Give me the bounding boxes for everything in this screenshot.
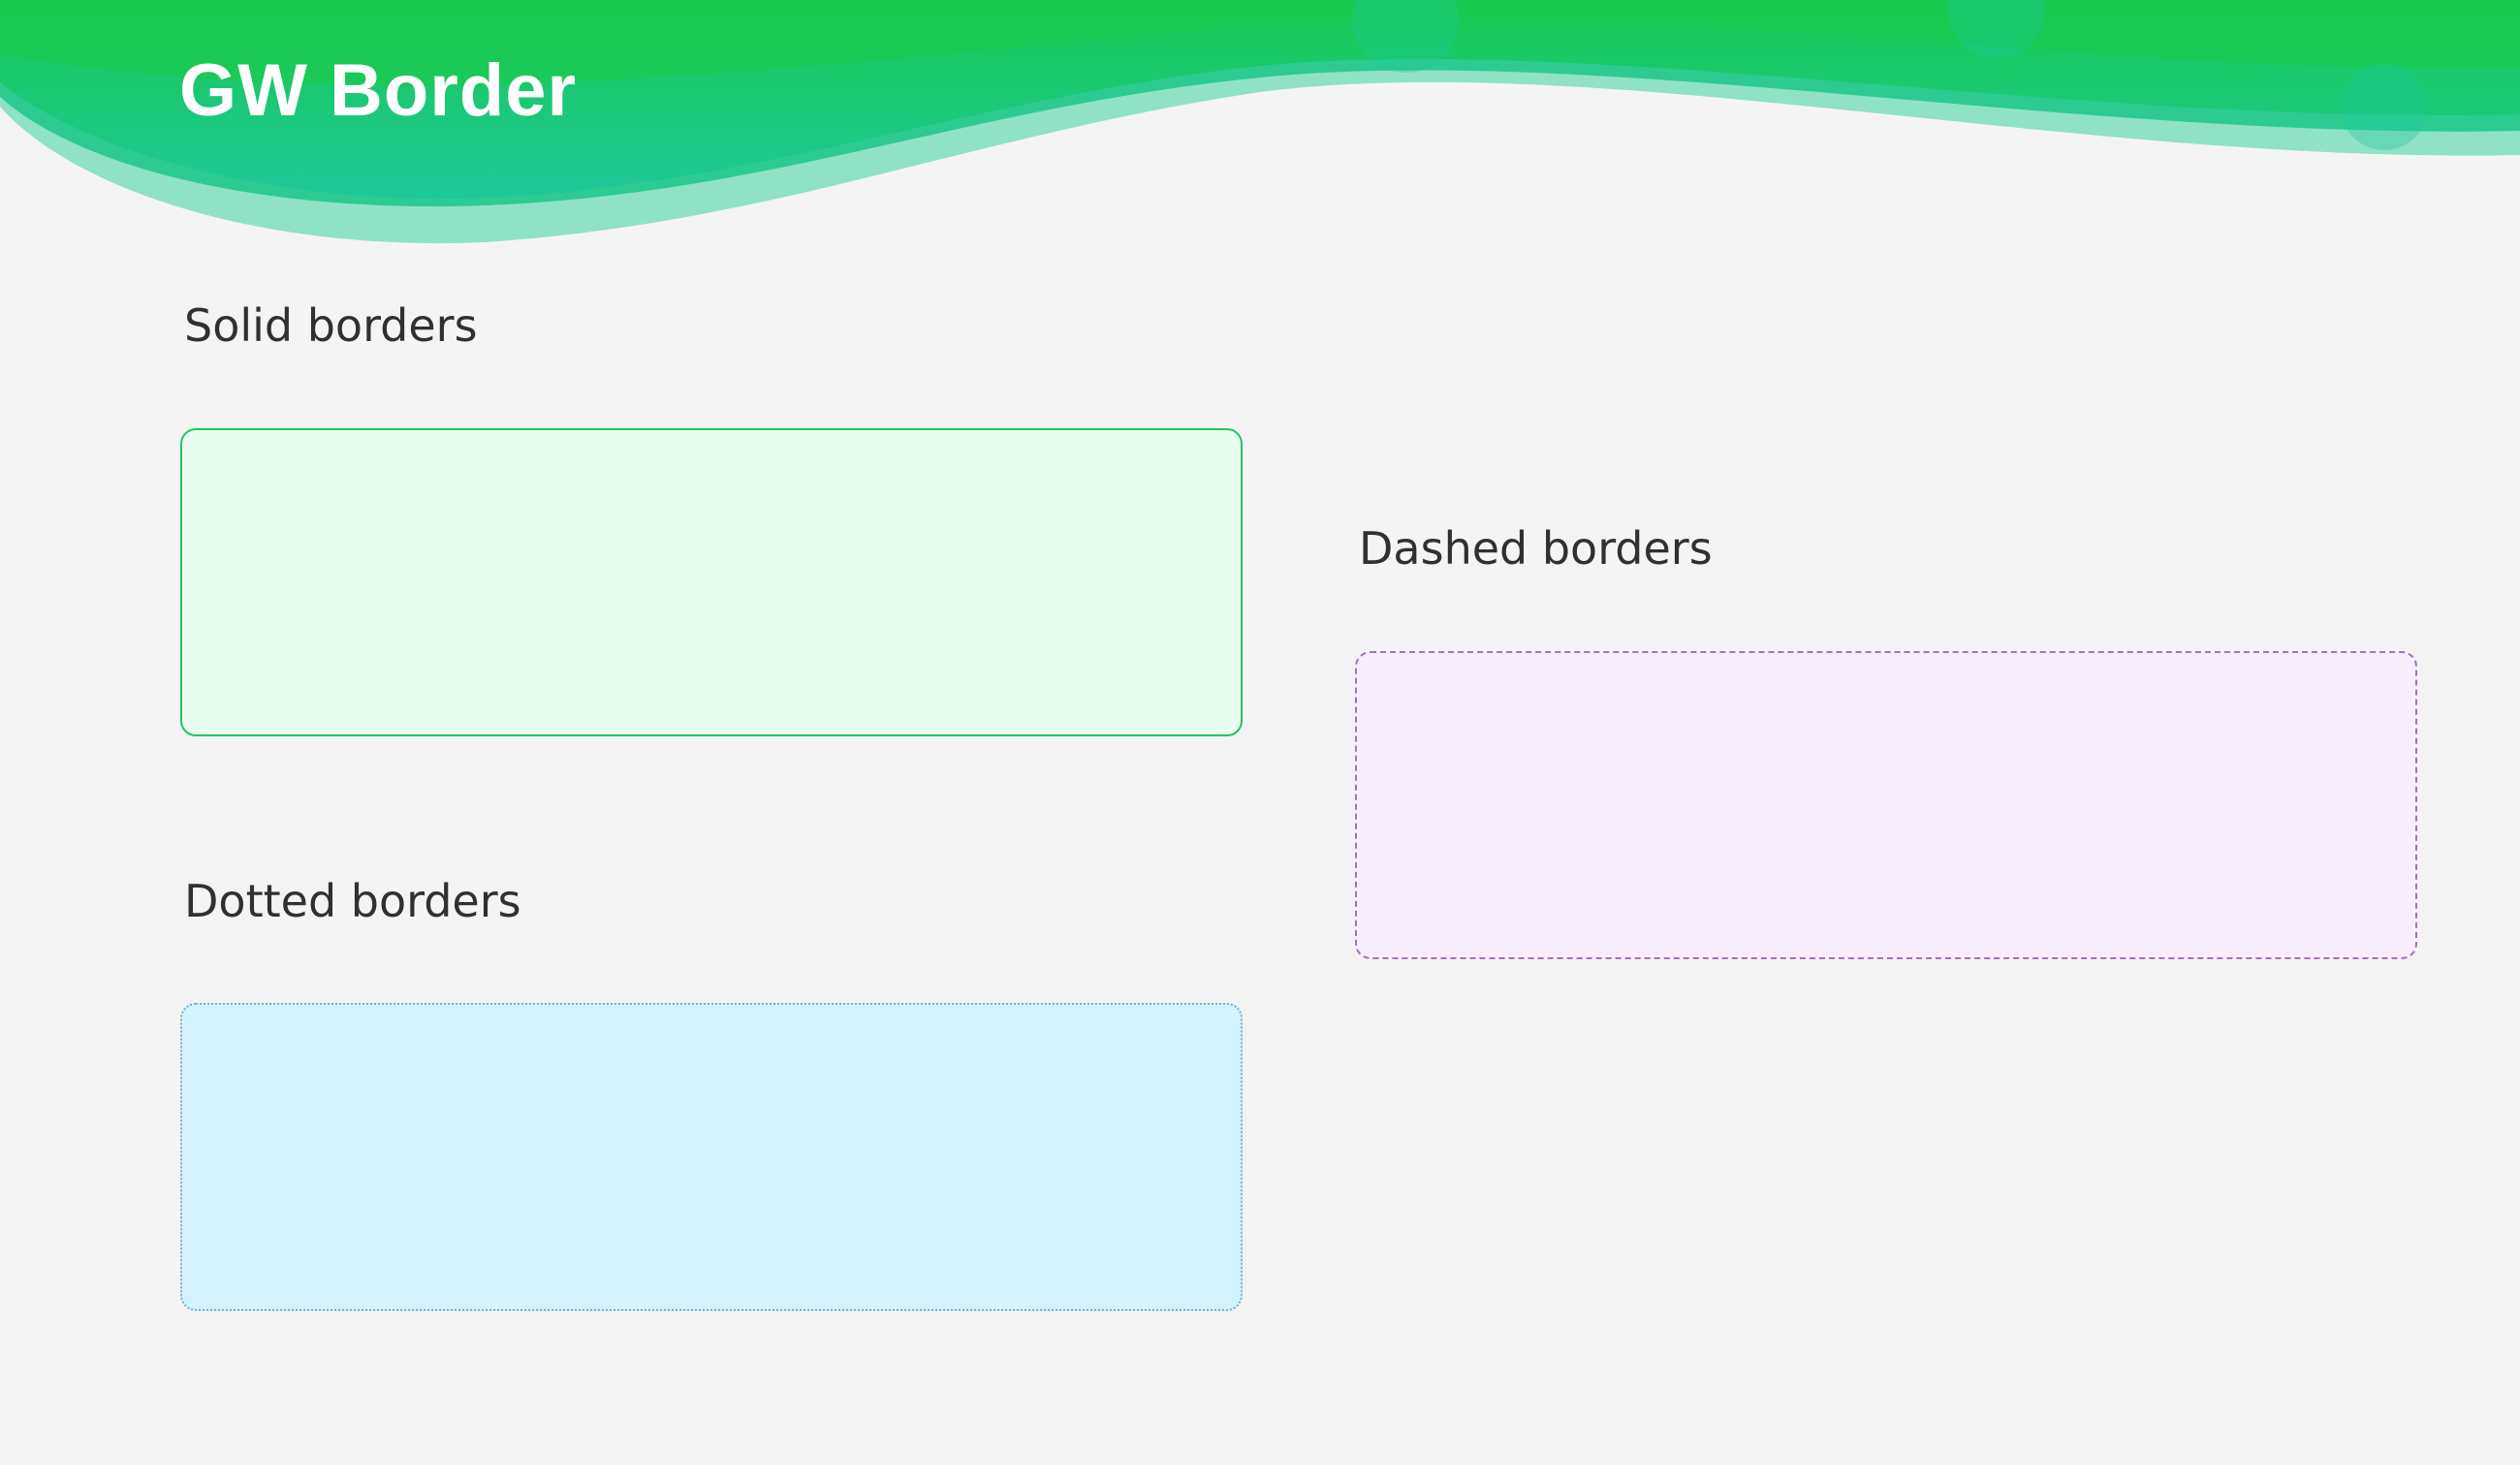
solid-border-box <box>180 428 1243 736</box>
dashed-border-box <box>1355 651 2417 959</box>
wave-bubble <box>2341 63 2428 150</box>
dotted-borders-heading: Dotted borders <box>184 875 521 927</box>
header-banner: GW Border <box>0 0 2520 252</box>
dotted-border-box <box>180 1003 1243 1311</box>
app-title: GW Border <box>179 49 578 132</box>
solid-borders-heading: Solid borders <box>184 299 478 352</box>
dashed-borders-heading: Dashed borders <box>1359 522 1713 575</box>
